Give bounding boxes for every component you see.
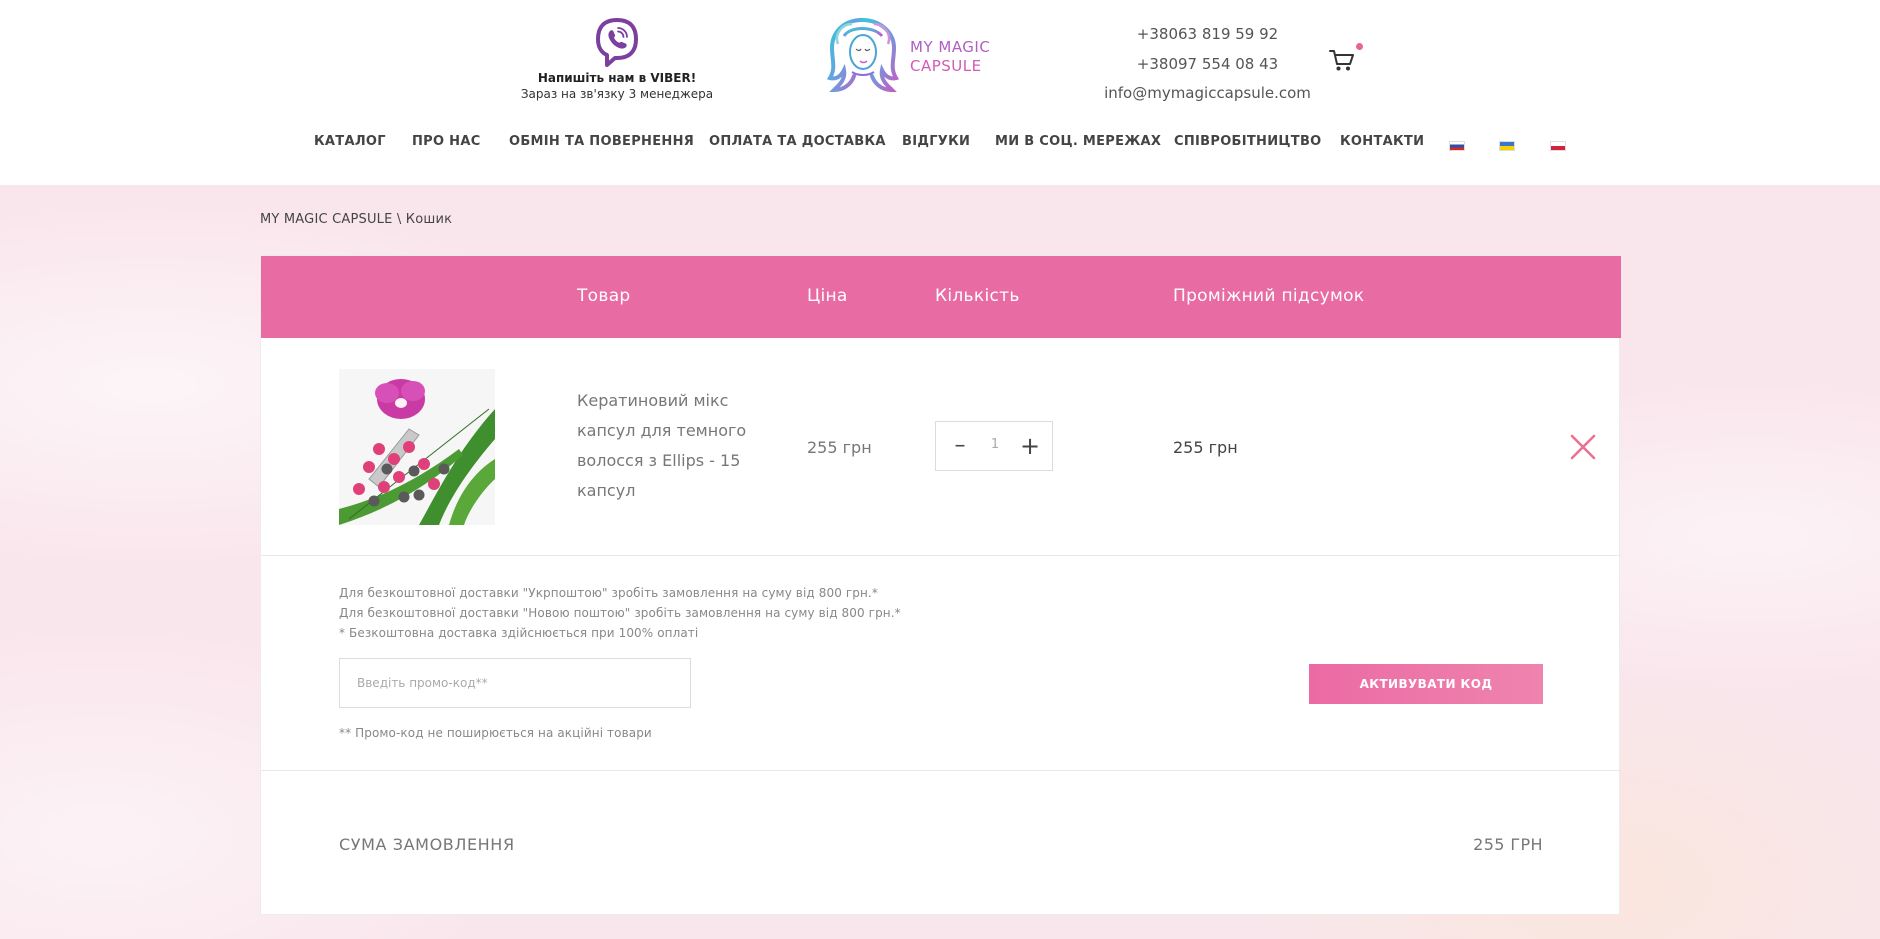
ru-flag-icon[interactable] (1449, 141, 1465, 151)
column-price: Ціна (807, 286, 848, 306)
quantity-input[interactable]: 1 (980, 437, 1010, 452)
delivery-note-novaposhta: Для безкоштовної доставки "Новою поштою"… (339, 606, 901, 620)
nav-item-catalog[interactable]: КАТАЛОГ (314, 134, 386, 149)
site-header: Напишіть нам в VIBER! Зараз на зв'язку 3… (0, 0, 1880, 185)
promo-section: Для безкоштовної доставки "Укрпоштою" зр… (261, 556, 1621, 771)
main-nav: КАТАЛОГ ПРО НАС ОБМІН ТА ПОВЕРНЕННЯ ОПЛА… (0, 134, 1880, 156)
logo-text: MY MAGIC CAPSULE (910, 38, 990, 76)
nav-item-payment-delivery[interactable]: ОПЛАТА ТА ДОСТАВКА (709, 134, 886, 149)
email-link[interactable]: info@mymagiccapsule.com (1095, 79, 1320, 109)
cart-badge (1356, 43, 1363, 50)
delivery-note-ukrposhta: Для безкоштовної доставки "Укрпоштою" зр… (339, 586, 878, 600)
nav-item-reviews[interactable]: ВІДГУКИ (902, 134, 970, 149)
product-photo (339, 369, 495, 525)
cart-table-header: Товар Ціна Кількість Проміжний підсумок (261, 256, 1621, 338)
promo-footnote: ** Промо-код не поширюється на акційні т… (339, 726, 652, 740)
logo-face-icon (826, 18, 900, 93)
breadcrumb[interactable]: MY MAGIC CAPSULE \ Кошик (260, 212, 452, 227)
order-total-section: СУМА ЗАМОВЛЕННЯ 255 ГРН (261, 771, 1621, 916)
remove-item-close-icon[interactable] (1570, 434, 1596, 460)
viber-title[interactable]: Напишіть нам в VIBER! (505, 71, 729, 85)
column-quantity: Кількість (935, 286, 1020, 306)
pl-flag-icon[interactable] (1550, 141, 1566, 151)
phone-2[interactable]: +38097 554 08 43 (1095, 50, 1320, 80)
promo-code-input[interactable] (339, 658, 691, 708)
nav-item-social[interactable]: МИ В СОЦ. МЕРЕЖАХ (995, 134, 1161, 149)
nav-item-cooperation[interactable]: СПІВРОБІТНИЦТВО (1174, 134, 1322, 149)
logo-line1: MY MAGIC (910, 38, 991, 56)
product-subtotal: 255 грн (1173, 438, 1238, 457)
product-image[interactable] (339, 369, 495, 525)
quantity-increase-button[interactable]: + (1018, 432, 1042, 460)
nav-item-about[interactable]: ПРО НАС (412, 134, 481, 149)
product-price: 255 грн (807, 438, 872, 457)
product-name-link[interactable]: Кератиновий мікс капсул для темного воло… (577, 386, 767, 506)
cart-icon[interactable] (1328, 46, 1356, 74)
nav-item-returns[interactable]: ОБМІН ТА ПОВЕРНЕННЯ (509, 134, 694, 149)
column-subtotal: Проміжний підсумок (1173, 286, 1365, 306)
header-contacts: +38063 819 59 92 +38097 554 08 43 info@m… (1095, 20, 1320, 109)
column-product: Товар (577, 286, 631, 306)
logo-line2: CAPSULE (910, 57, 982, 75)
order-total-label: СУМА ЗАМОВЛЕННЯ (339, 835, 515, 854)
cart-table: Товар Ціна Кількість Проміжний підсумок (260, 255, 1621, 916)
viber-subtitle: Зараз на зв'язку 3 менеджера (520, 87, 714, 101)
order-total-value: 255 ГРН (1473, 835, 1543, 854)
delivery-note-payment: * Безкоштовна доставка здійснюється при … (339, 626, 699, 640)
activate-code-button[interactable]: АКТИВУВАТИ КОД (1309, 664, 1543, 704)
viber-contact[interactable]: Напишіть нам в VIBER! Зараз на зв'язку 3… (505, 17, 729, 101)
viber-icon[interactable] (594, 17, 640, 69)
quantity-decrease-button[interactable]: – (950, 433, 970, 459)
site-logo[interactable]: MY MAGIC CAPSULE (824, 14, 999, 94)
phone-1[interactable]: +38063 819 59 92 (1095, 20, 1320, 50)
ua-flag-icon[interactable] (1499, 141, 1515, 151)
nav-item-contacts[interactable]: КОНТАКТИ (1340, 134, 1424, 149)
quantity-stepper: – 1 + (935, 421, 1053, 471)
cart-item-row: Кератиновий мікс капсул для темного воло… (261, 338, 1621, 556)
